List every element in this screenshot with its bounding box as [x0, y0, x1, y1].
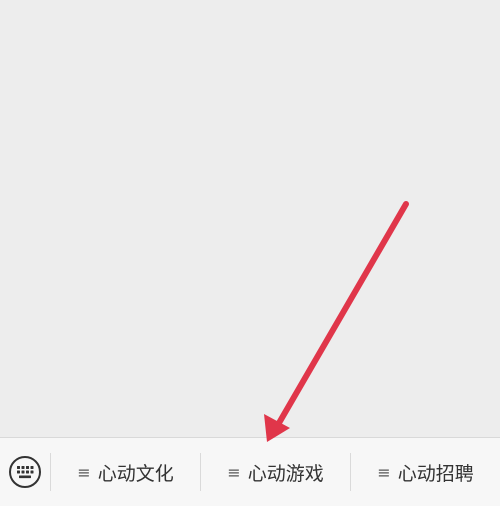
menu-lines-icon: ≡ — [227, 462, 241, 482]
menu-item-xindong-games[interactable]: ≡ 心动游戏 — [201, 438, 350, 506]
menu-item-label: 心动游戏 — [247, 462, 324, 485]
wechat-official-account-screen: ≡ 心动文化 ≡ 心动游戏 ≡ 心动招聘 — [0, 0, 500, 506]
menu-item-label: 心动文化 — [97, 462, 174, 485]
custom-menu-bar: ≡ 心动文化 ≡ 心动游戏 ≡ 心动招聘 — [0, 437, 500, 506]
keyboard-icon — [9, 456, 41, 488]
menu-lines-icon: ≡ — [77, 462, 91, 482]
menu-item-label: 心动招聘 — [397, 462, 474, 485]
menu-item-xindong-recruitment[interactable]: ≡ 心动招聘 — [351, 438, 500, 506]
message-content-area — [0, 0, 500, 437]
menu-item-xindong-culture[interactable]: ≡ 心动文化 — [51, 438, 200, 506]
keyboard-toggle-button[interactable] — [0, 438, 50, 506]
menu-lines-icon: ≡ — [377, 462, 391, 482]
